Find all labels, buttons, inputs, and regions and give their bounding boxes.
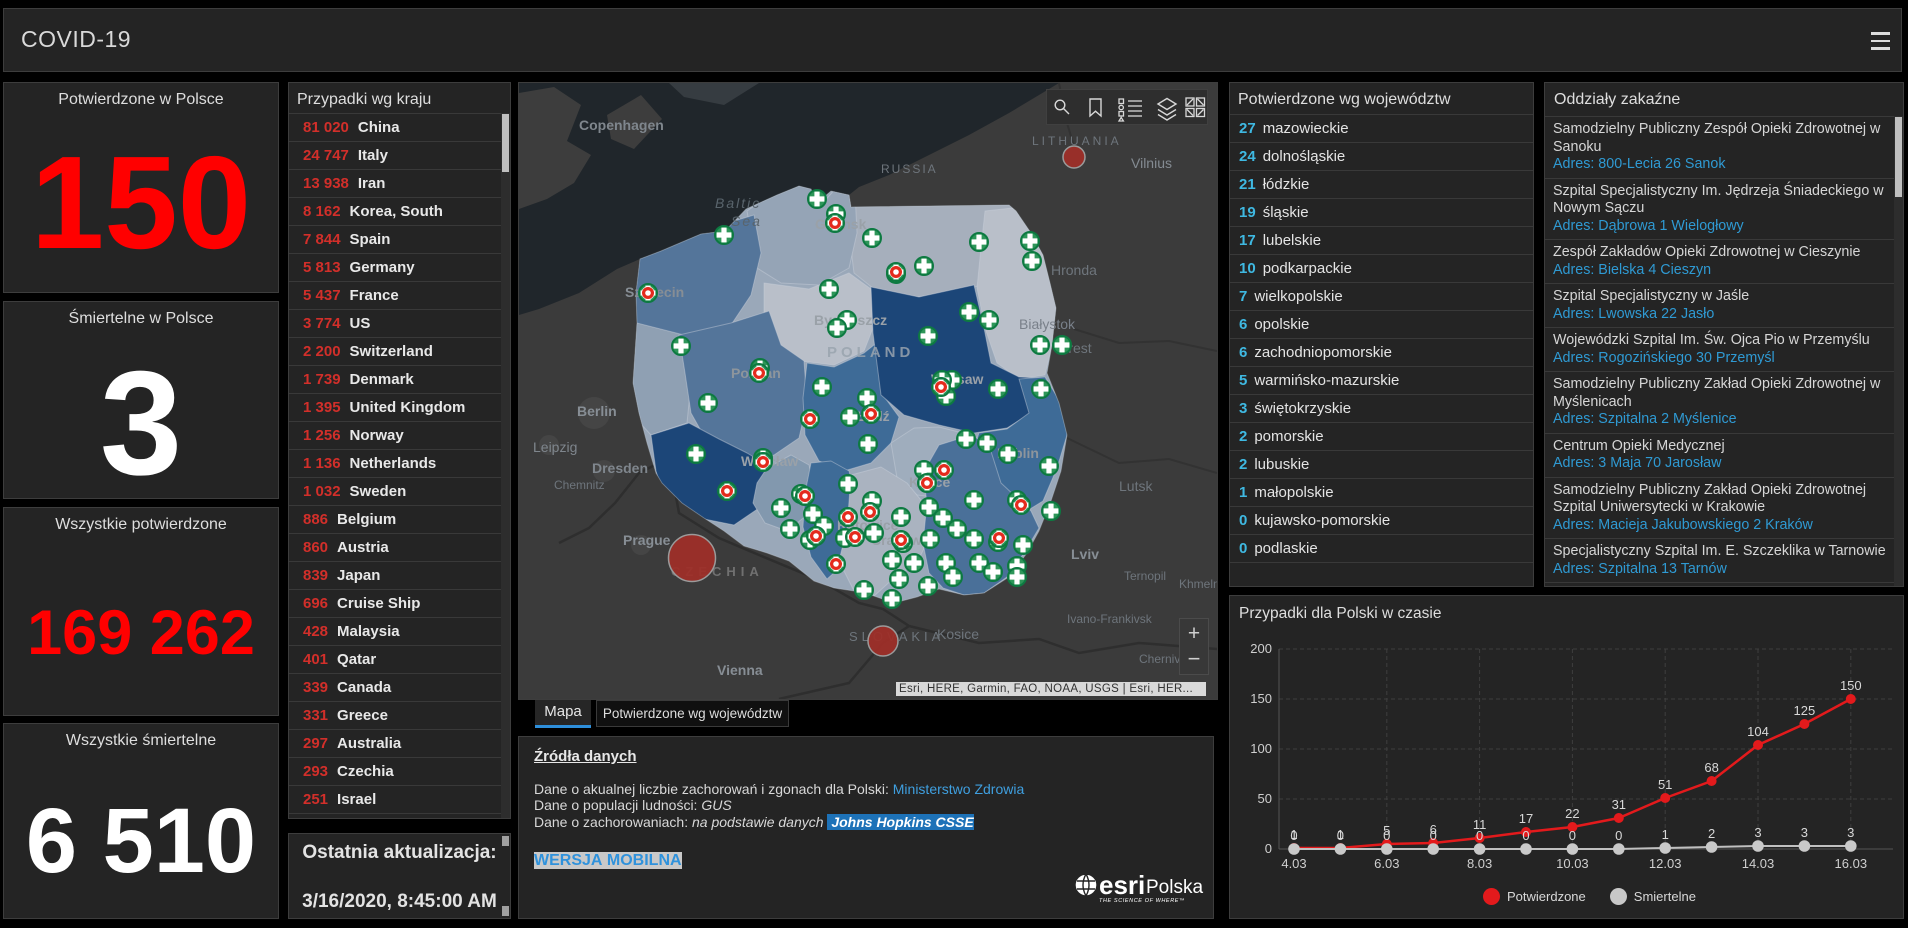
svg-text:Lutsk: Lutsk (1119, 478, 1153, 494)
svg-text:1: 1 (1662, 827, 1669, 842)
svg-text:3: 3 (1754, 825, 1761, 840)
svg-text:Polska: Polska (1146, 877, 1203, 898)
svg-text:Dresden: Dresden (592, 460, 648, 476)
svg-text:Sea: Sea (731, 213, 762, 229)
svg-text:Kosice: Kosice (937, 626, 979, 642)
svg-text:0: 0 (1522, 828, 1529, 843)
svg-text:THE SCIENCE OF WHERE™: THE SCIENCE OF WHERE™ (1099, 898, 1185, 903)
svg-text:200: 200 (1250, 641, 1272, 656)
svg-text:16.03: 16.03 (1835, 856, 1868, 871)
svg-text:Ivano-Frankivsk: Ivano-Frankivsk (1067, 612, 1153, 626)
svg-text:10.03: 10.03 (1556, 856, 1589, 871)
svg-text:8.03: 8.03 (1467, 856, 1492, 871)
svg-text:Białystok: Białystok (1019, 316, 1076, 332)
svg-text:6.03: 6.03 (1374, 856, 1399, 871)
svg-text:3: 3 (1847, 825, 1854, 840)
svg-text:0: 0 (1265, 841, 1272, 856)
svg-text:17: 17 (1519, 811, 1533, 826)
svg-text:6: 6 (1430, 822, 1437, 837)
svg-text:Ternopil: Ternopil (1124, 569, 1166, 583)
svg-text:Lviv: Lviv (1071, 546, 1099, 562)
svg-text:Baltic: Baltic (715, 195, 761, 211)
svg-text:14.03: 14.03 (1742, 856, 1775, 871)
svg-text:51: 51 (1658, 777, 1672, 792)
svg-text:150: 150 (1250, 691, 1272, 706)
svg-text:RUSSIA: RUSSIA (881, 162, 938, 176)
svg-text:11: 11 (1473, 817, 1487, 832)
svg-text:Vilnius: Vilnius (1131, 155, 1172, 171)
svg-text:125: 125 (1794, 703, 1816, 718)
svg-text:50: 50 (1258, 791, 1272, 806)
svg-text:Berlin: Berlin (577, 403, 617, 419)
svg-text:0: 0 (1569, 828, 1576, 843)
svg-text:150: 150 (1840, 678, 1862, 693)
svg-text:12.03: 12.03 (1649, 856, 1682, 871)
svg-text:Khmeln: Khmeln (1179, 577, 1217, 591)
svg-text:Prague: Prague (623, 532, 671, 548)
svg-text:0: 0 (1615, 828, 1622, 843)
svg-text:1: 1 (1337, 827, 1344, 842)
svg-text:Chemnitz: Chemnitz (554, 478, 605, 492)
svg-text:5: 5 (1383, 823, 1390, 838)
svg-text:1: 1 (1290, 827, 1297, 842)
svg-text:esri: esri (1099, 870, 1145, 900)
svg-text:68: 68 (1704, 760, 1718, 775)
svg-text:Copenhagen: Copenhagen (579, 117, 664, 133)
svg-text:POLAND: POLAND (827, 344, 914, 361)
svg-text:Hronda: Hronda (1051, 262, 1097, 278)
svg-text:100: 100 (1250, 741, 1272, 756)
svg-text:22: 22 (1565, 806, 1579, 821)
svg-text:2: 2 (1708, 826, 1715, 841)
svg-text:31: 31 (1612, 797, 1626, 812)
svg-text:104: 104 (1747, 724, 1769, 739)
svg-text:3: 3 (1801, 825, 1808, 840)
svg-text:4.03: 4.03 (1281, 856, 1306, 871)
svg-text:Vienna: Vienna (717, 662, 763, 678)
svg-text:Leipzig: Leipzig (533, 439, 577, 455)
svg-text:Cherniv: Cherniv (1139, 652, 1180, 666)
